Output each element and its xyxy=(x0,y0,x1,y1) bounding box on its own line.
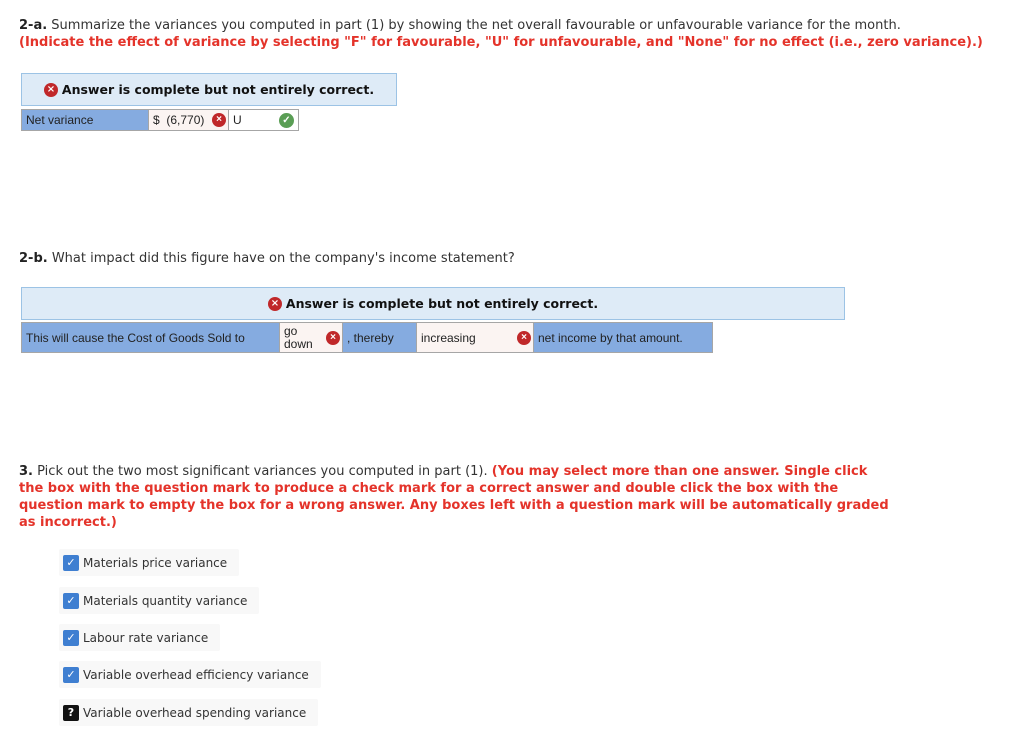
incorrect-icon: × xyxy=(212,113,226,127)
net-income-statement-label: net income by that amount. xyxy=(533,322,713,353)
checkbox-checked-icon[interactable]: ✓ xyxy=(63,554,79,571)
correct-icon: ✓ xyxy=(279,112,294,128)
option-label: Materials quantity variance xyxy=(83,593,248,608)
incorrect-icon: × xyxy=(43,82,58,97)
thereby-label: , thereby xyxy=(342,322,417,353)
feedback-text-2b: Answer is complete but not entirely corr… xyxy=(285,296,599,311)
question-3-number: 3. xyxy=(19,464,33,479)
feedback-text-2a: Answer is complete but not entirely corr… xyxy=(61,82,375,97)
incorrect-icon: × xyxy=(267,296,282,311)
question-2a-text: Summarize the variances you computed in … xyxy=(51,18,901,33)
answer-table-2b: This will cause the Cost of Goods Sold t… xyxy=(21,322,713,353)
variance-effect-cell[interactable]: U ✓ xyxy=(228,109,299,131)
option-materials-price-variance[interactable]: ✓ Materials price variance xyxy=(59,549,240,576)
variance-effect-select[interactable]: U xyxy=(233,113,242,127)
option-label: Variable overhead efficiency variance xyxy=(83,667,309,682)
option-labour-rate-variance[interactable]: ✓ Labour rate variance xyxy=(59,624,221,651)
net-income-effect-select[interactable]: increasing xyxy=(421,331,476,345)
option-label: Variable overhead spending variance xyxy=(83,705,307,720)
incorrect-icon: × xyxy=(326,330,340,345)
option-label: Materials price variance xyxy=(83,555,228,570)
feedback-banner-2a: × Answer is complete but not entirely co… xyxy=(21,73,397,106)
question-2a-number: 2-a. xyxy=(19,18,48,33)
question-2a: 2-a. Summarize the variances you compute… xyxy=(19,17,1009,51)
answer-table-2a: Net variance $ (6,770) × U ✓ xyxy=(21,109,299,131)
net-variance-amount-cell[interactable]: $ (6,770) × xyxy=(148,109,229,131)
question-2a-instruction: (Indicate the effect of variance by sele… xyxy=(19,35,983,50)
incorrect-icon: × xyxy=(517,330,531,345)
checkbox-question-icon[interactable]: ? xyxy=(63,704,79,721)
option-materials-quantity-variance[interactable]: ✓ Materials quantity variance xyxy=(59,587,260,614)
net-variance-label: Net variance xyxy=(21,109,149,131)
currency-symbol: $ xyxy=(153,113,160,127)
cogs-statement-label: This will cause the Cost of Goods Sold t… xyxy=(21,322,280,353)
feedback-banner-2b: × Answer is complete but not entirely co… xyxy=(21,287,845,320)
question-3: 3. Pick out the two most significant var… xyxy=(19,463,889,531)
table-row: Net variance $ (6,770) × U ✓ xyxy=(21,109,299,131)
question-2b-text: What impact did this figure have on the … xyxy=(51,251,515,266)
option-variable-overhead-spending-variance[interactable]: ? Variable overhead spending variance xyxy=(59,699,319,726)
checkbox-checked-icon[interactable]: ✓ xyxy=(63,666,79,683)
cogs-direction-cell[interactable]: go down × xyxy=(279,322,343,353)
cogs-direction-select[interactable]: go down xyxy=(284,324,316,351)
net-variance-amount-input[interactable]: (6,770) xyxy=(166,113,204,127)
question-3-text: Pick out the two most significant varian… xyxy=(37,464,488,479)
question-2b-number: 2-b. xyxy=(19,251,48,266)
checkbox-checked-icon[interactable]: ✓ xyxy=(63,629,79,646)
question-2b: 2-b. What impact did this figure have on… xyxy=(19,250,1009,267)
checkbox-checked-icon[interactable]: ✓ xyxy=(63,592,79,609)
net-income-effect-cell[interactable]: increasing × xyxy=(416,322,534,353)
table-row: This will cause the Cost of Goods Sold t… xyxy=(21,322,713,353)
option-label: Labour rate variance xyxy=(83,630,209,645)
option-variable-overhead-efficiency-variance[interactable]: ✓ Variable overhead efficiency variance xyxy=(59,661,321,688)
